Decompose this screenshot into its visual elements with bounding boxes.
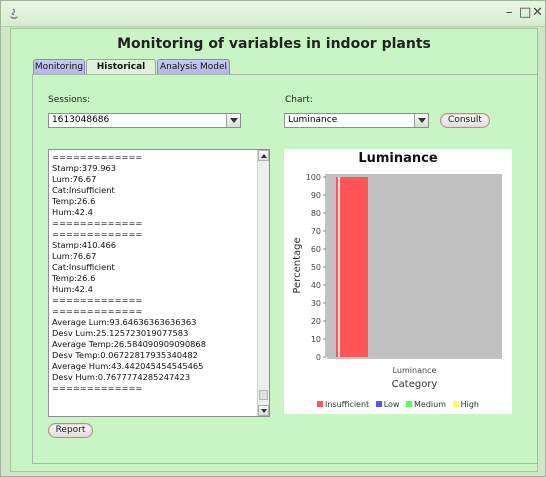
chart-plot: 0 10 20 30 40 50 60 70 80 90 100 Luminance Category P… xyxy=(292,173,502,390)
legend-item-high: High xyxy=(452,400,479,409)
legend-item-low: Low xyxy=(375,400,400,409)
chart-legend: Insufficient Low Medium High xyxy=(284,400,512,409)
legend-swatch-high xyxy=(452,401,459,407)
app-window: – □ ✕ Monitoring of variables in indoor … xyxy=(0,0,546,477)
legend-label-low: Low xyxy=(383,400,400,409)
legend-swatch-medium xyxy=(406,401,413,407)
sessions-select[interactable]: 1613048686 xyxy=(48,113,241,128)
y-axis-title: Percentage xyxy=(292,237,303,293)
sessions-label: Sessions: xyxy=(48,95,91,105)
x-axis-title: Category xyxy=(392,379,438,390)
legend-item-medium: Medium xyxy=(406,400,446,409)
y-tick-label: 80 xyxy=(311,209,321,218)
main-frame: Monitoring of variables in indoor plants… xyxy=(10,28,538,472)
chart-select-value: Luminance xyxy=(288,115,338,125)
bar-highlight xyxy=(338,177,340,357)
scroll-down-icon[interactable] xyxy=(258,405,269,416)
consult-button[interactable]: Consult xyxy=(440,113,490,128)
legend-label-medium: Medium xyxy=(414,400,447,409)
legend-swatch-low xyxy=(375,401,382,407)
minimize-button[interactable]: – xyxy=(506,5,513,21)
close-button[interactable]: ✕ xyxy=(532,5,543,21)
y-tick-label: 90 xyxy=(311,191,321,200)
y-tick-label: 30 xyxy=(311,299,321,308)
x-category-label: Luminance xyxy=(393,366,437,375)
maximize-button[interactable]: □ xyxy=(519,5,531,21)
y-tick-label: 50 xyxy=(311,263,321,272)
luminance-chart: Luminance 0 10 20 30 40 50 60 70 80 90 100 Luminanc… xyxy=(284,149,512,414)
sessions-select-value: 1613048686 xyxy=(52,115,110,125)
log-scrollbar[interactable] xyxy=(257,150,269,416)
scroll-thumb[interactable] xyxy=(259,390,268,400)
session-log-text: ============= Stamp:379.963 Lum:76.67 Ca… xyxy=(52,152,206,393)
legend-label-insufficient: Insufficient xyxy=(325,400,370,409)
tab-monitoring[interactable]: Monitoring xyxy=(33,59,85,74)
legend-label-high: High xyxy=(460,400,479,409)
chevron-down-icon[interactable] xyxy=(226,114,240,127)
y-tick-label: 10 xyxy=(311,335,321,344)
legend-swatch-insufficient xyxy=(317,401,324,407)
y-tick-label: 70 xyxy=(311,227,321,236)
app-title: Monitoring of variables in indoor plants xyxy=(117,36,431,52)
legend-item-insufficient: Insufficient xyxy=(317,400,369,409)
y-tick-label: 100 xyxy=(306,173,321,182)
chart-label: Chart: xyxy=(285,95,313,105)
log-textarea[interactable]: ============= Stamp:379.963 Lum:76.67 Ca… xyxy=(48,149,270,417)
y-tick-label: 0 xyxy=(316,353,321,362)
scroll-up-icon[interactable] xyxy=(258,150,269,161)
tab-historical-data[interactable]: Historical Data xyxy=(86,59,156,86)
title-bar: – □ ✕ xyxy=(1,1,545,27)
chevron-down-icon[interactable] xyxy=(414,114,428,127)
chart-select[interactable]: Luminance xyxy=(284,113,429,128)
y-tick-label: 60 xyxy=(311,245,321,254)
report-button[interactable]: Report xyxy=(48,423,93,438)
bar-insufficient xyxy=(336,177,368,357)
tab-analysis-model[interactable]: Analysis Model xyxy=(157,59,230,74)
y-tick-label: 40 xyxy=(311,281,321,290)
y-tick-label: 20 xyxy=(311,317,321,326)
java-app-icon xyxy=(10,8,18,19)
